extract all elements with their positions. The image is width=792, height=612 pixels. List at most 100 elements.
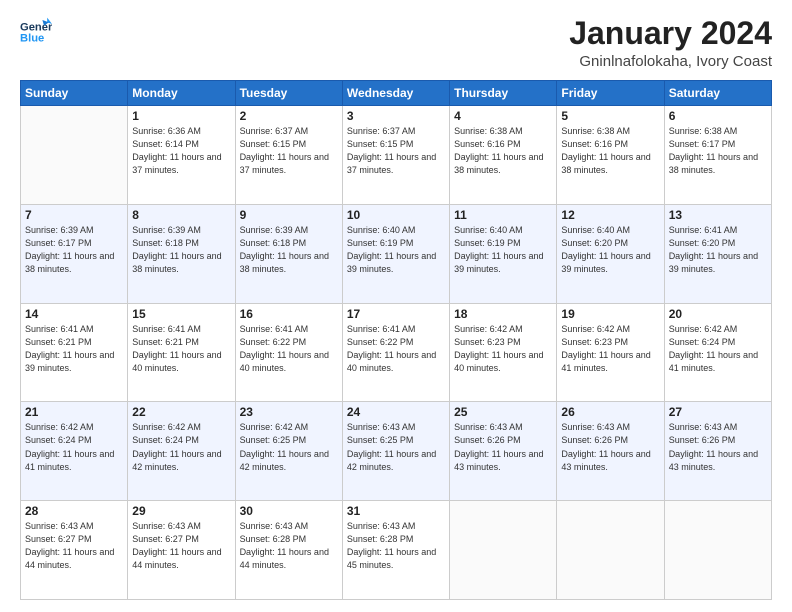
day-info: Sunrise: 6:43 AM Sunset: 6:26 PM Dayligh… (561, 421, 659, 473)
calendar-cell: 13Sunrise: 6:41 AM Sunset: 6:20 PM Dayli… (664, 204, 771, 303)
day-info: Sunrise: 6:43 AM Sunset: 6:27 PM Dayligh… (25, 520, 123, 572)
calendar-cell: 29Sunrise: 6:43 AM Sunset: 6:27 PM Dayli… (128, 501, 235, 600)
day-number: 17 (347, 307, 445, 321)
day-number: 21 (25, 405, 123, 419)
day-info: Sunrise: 6:43 AM Sunset: 6:28 PM Dayligh… (240, 520, 338, 572)
day-number: 24 (347, 405, 445, 419)
svg-text:Blue: Blue (20, 33, 44, 45)
day-number: 13 (669, 208, 767, 222)
calendar-cell: 10Sunrise: 6:40 AM Sunset: 6:19 PM Dayli… (342, 204, 449, 303)
calendar-cell: 12Sunrise: 6:40 AM Sunset: 6:20 PM Dayli… (557, 204, 664, 303)
day-number: 9 (240, 208, 338, 222)
day-number: 2 (240, 109, 338, 123)
calendar-cell (557, 501, 664, 600)
calendar-cell: 27 Sunrise: 6:43 AM Sunset: 6:26 PM Dayli… (664, 402, 771, 501)
calendar-cell: 6Sunrise: 6:38 AM Sunset: 6:17 PM Daylig… (664, 106, 771, 205)
calendar-week-row: 14 Sunrise: 6:41 AM Sunset: 6:21 PM Dayli… (21, 303, 772, 402)
day-number: 3 (347, 109, 445, 123)
calendar-cell: 11 Sunrise: 6:40 AM Sunset: 6:19 PM Dayli… (450, 204, 557, 303)
day-info: Sunrise: 6:37 AM Sunset: 6:15 PM Dayligh… (347, 125, 445, 177)
calendar-day-header: Sunday (21, 81, 128, 106)
day-info: Sunrise: 6:39 AM Sunset: 6:18 PM Dayligh… (240, 224, 338, 276)
calendar-day-header: Monday (128, 81, 235, 106)
day-number: 26 (561, 405, 659, 419)
calendar-cell: 28 Sunrise: 6:43 AM Sunset: 6:27 PM Dayli… (21, 501, 128, 600)
month-title: January 2024 (569, 16, 772, 51)
day-number: 18 (454, 307, 552, 321)
calendar-day-header: Wednesday (342, 81, 449, 106)
calendar-cell: 14 Sunrise: 6:41 AM Sunset: 6:21 PM Dayli… (21, 303, 128, 402)
calendar-cell: 23Sunrise: 6:42 AM Sunset: 6:25 PM Dayli… (235, 402, 342, 501)
day-number: 7 (25, 208, 123, 222)
day-number: 22 (132, 405, 230, 419)
day-number: 8 (132, 208, 230, 222)
day-number: 29 (132, 504, 230, 518)
day-info: Sunrise: 6:36 AM Sunset: 6:14 PM Dayligh… (132, 125, 230, 177)
day-info: Sunrise: 6:39 AM Sunset: 6:17 PM Dayligh… (25, 224, 123, 276)
calendar-day-header: Thursday (450, 81, 557, 106)
day-number: 11 (454, 208, 552, 222)
calendar-week-row: 1 Sunrise: 6:36 AM Sunset: 6:14 PM Daylig… (21, 106, 772, 205)
day-info: Sunrise: 6:42 AM Sunset: 6:23 PM Dayligh… (561, 323, 659, 375)
day-info: Sunrise: 6:42 AM Sunset: 6:24 PM Dayligh… (669, 323, 767, 375)
calendar-cell: 2 Sunrise: 6:37 AM Sunset: 6:15 PM Daylig… (235, 106, 342, 205)
day-number: 15 (132, 307, 230, 321)
day-number: 28 (25, 504, 123, 518)
calendar-cell: 4Sunrise: 6:38 AM Sunset: 6:16 PM Daylig… (450, 106, 557, 205)
calendar-cell: 18 Sunrise: 6:42 AM Sunset: 6:23 PM Dayli… (450, 303, 557, 402)
calendar-cell: 31 Sunrise: 6:43 AM Sunset: 6:28 PM Dayli… (342, 501, 449, 600)
calendar-day-header: Friday (557, 81, 664, 106)
day-info: Sunrise: 6:41 AM Sunset: 6:22 PM Dayligh… (347, 323, 445, 375)
day-info: Sunrise: 6:39 AM Sunset: 6:18 PM Dayligh… (132, 224, 230, 276)
day-number: 19 (561, 307, 659, 321)
calendar-cell (450, 501, 557, 600)
calendar-cell: 16 Sunrise: 6:41 AM Sunset: 6:22 PM Dayli… (235, 303, 342, 402)
calendar-cell: 19 Sunrise: 6:42 AM Sunset: 6:23 PM Dayli… (557, 303, 664, 402)
calendar-cell: 26 Sunrise: 6:43 AM Sunset: 6:26 PM Dayli… (557, 402, 664, 501)
day-info: Sunrise: 6:42 AM Sunset: 6:25 PM Dayligh… (240, 421, 338, 473)
day-number: 20 (669, 307, 767, 321)
day-number: 10 (347, 208, 445, 222)
day-info: Sunrise: 6:38 AM Sunset: 6:17 PM Dayligh… (669, 125, 767, 177)
calendar-cell: 17 Sunrise: 6:41 AM Sunset: 6:22 PM Dayli… (342, 303, 449, 402)
day-info: Sunrise: 6:38 AM Sunset: 6:16 PM Dayligh… (561, 125, 659, 177)
day-number: 16 (240, 307, 338, 321)
logo: General Blue (20, 16, 52, 48)
day-number: 1 (132, 109, 230, 123)
title-block: January 2024 Gninlnafolokaha, Ivory Coas… (569, 16, 772, 70)
calendar-table: SundayMondayTuesdayWednesdayThursdayFrid… (20, 80, 772, 600)
day-number: 27 (669, 405, 767, 419)
logo-icon: General Blue (20, 16, 52, 48)
day-info: Sunrise: 6:42 AM Sunset: 6:23 PM Dayligh… (454, 323, 552, 375)
calendar-cell: 24 Sunrise: 6:43 AM Sunset: 6:25 PM Dayli… (342, 402, 449, 501)
day-info: Sunrise: 6:41 AM Sunset: 6:21 PM Dayligh… (132, 323, 230, 375)
day-number: 30 (240, 504, 338, 518)
calendar-header-row: SundayMondayTuesdayWednesdayThursdayFrid… (21, 81, 772, 106)
day-info: Sunrise: 6:41 AM Sunset: 6:22 PM Dayligh… (240, 323, 338, 375)
day-info: Sunrise: 6:37 AM Sunset: 6:15 PM Dayligh… (240, 125, 338, 177)
calendar-cell: 30 Sunrise: 6:43 AM Sunset: 6:28 PM Dayli… (235, 501, 342, 600)
day-info: Sunrise: 6:38 AM Sunset: 6:16 PM Dayligh… (454, 125, 552, 177)
calendar-cell: 20 Sunrise: 6:42 AM Sunset: 6:24 PM Dayli… (664, 303, 771, 402)
day-info: Sunrise: 6:43 AM Sunset: 6:28 PM Dayligh… (347, 520, 445, 572)
page: General Blue January 2024 Gninlnafolokah… (0, 0, 792, 612)
calendar-cell: 22 Sunrise: 6:42 AM Sunset: 6:24 PM Dayli… (128, 402, 235, 501)
calendar-cell: 25Sunrise: 6:43 AM Sunset: 6:26 PM Dayli… (450, 402, 557, 501)
calendar-cell: 15 Sunrise: 6:41 AM Sunset: 6:21 PM Dayli… (128, 303, 235, 402)
day-info: Sunrise: 6:43 AM Sunset: 6:25 PM Dayligh… (347, 421, 445, 473)
calendar-cell: 3 Sunrise: 6:37 AM Sunset: 6:15 PM Daylig… (342, 106, 449, 205)
day-number: 5 (561, 109, 659, 123)
calendar-cell: 7 Sunrise: 6:39 AM Sunset: 6:17 PM Daylig… (21, 204, 128, 303)
calendar-cell (664, 501, 771, 600)
day-info: Sunrise: 6:41 AM Sunset: 6:21 PM Dayligh… (25, 323, 123, 375)
day-number: 31 (347, 504, 445, 518)
day-info: Sunrise: 6:40 AM Sunset: 6:19 PM Dayligh… (454, 224, 552, 276)
day-number: 14 (25, 307, 123, 321)
day-number: 12 (561, 208, 659, 222)
calendar-day-header: Saturday (664, 81, 771, 106)
day-info: Sunrise: 6:42 AM Sunset: 6:24 PM Dayligh… (132, 421, 230, 473)
calendar-cell: 9 Sunrise: 6:39 AM Sunset: 6:18 PM Daylig… (235, 204, 342, 303)
location-title: Gninlnafolokaha, Ivory Coast (569, 53, 772, 70)
calendar-cell: 21Sunrise: 6:42 AM Sunset: 6:24 PM Dayli… (21, 402, 128, 501)
day-info: Sunrise: 6:43 AM Sunset: 6:26 PM Dayligh… (669, 421, 767, 473)
